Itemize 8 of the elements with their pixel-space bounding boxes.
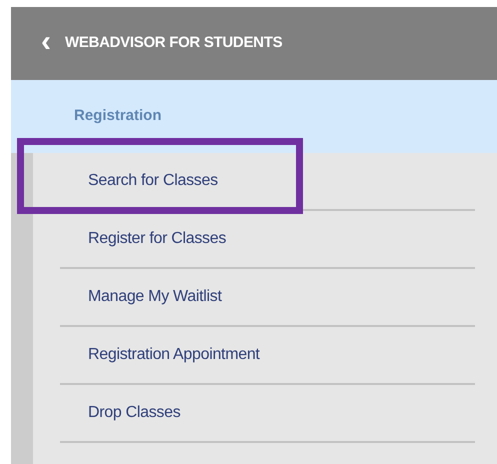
menu-item[interactable]: Manage My Waitlist (88, 285, 222, 309)
section-title: Registration (74, 106, 162, 126)
menu-item[interactable]: Drop Classes (88, 401, 180, 425)
back-button[interactable]: ‹ (41, 26, 51, 56)
menu-item[interactable]: Register for Classes (88, 227, 226, 251)
menu-item[interactable]: Search for Classes (88, 169, 218, 193)
menu-item[interactable]: Registration Appointment (88, 343, 260, 367)
header-title: WEBADVISOR FOR STUDENTS (65, 33, 282, 54)
